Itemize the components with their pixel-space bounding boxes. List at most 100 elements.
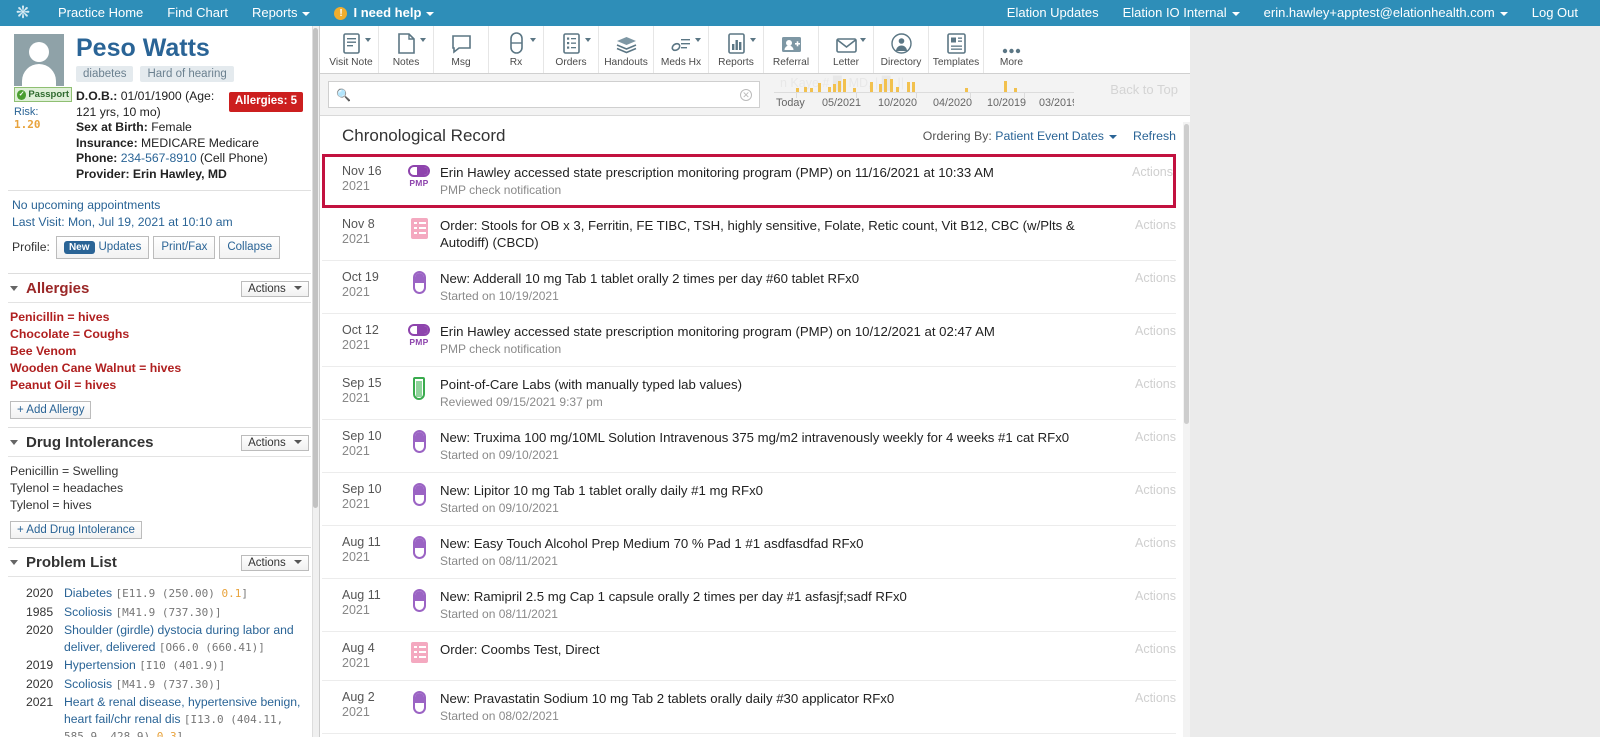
problem-list-actions-button[interactable]: Actions — [241, 555, 309, 571]
record-actions-button[interactable]: Actions — [1114, 376, 1176, 410]
nav-user-account[interactable]: erin.hawley+apptest@elationhealth.com — [1252, 0, 1520, 26]
toolbar-referral[interactable]: Referral — [764, 26, 819, 73]
back-to-top-button[interactable]: Back to Top — [1110, 82, 1178, 97]
search-box[interactable]: 🔍 ✕ — [328, 81, 760, 108]
sidebar-scrollbar[interactable] — [312, 26, 319, 737]
toolbar-letter-label: Letter — [833, 57, 859, 68]
toolbar-letter[interactable]: Letter — [819, 26, 874, 73]
toolbar-templates[interactable]: Templates — [929, 26, 984, 73]
record-actions-button[interactable]: Actions — [1114, 482, 1176, 516]
table-row[interactable]: Oct 122021 PMP Erin Hawley accessed stat… — [322, 314, 1176, 367]
chevron-down-icon — [302, 12, 310, 16]
chevron-down-icon — [420, 38, 426, 42]
list-item[interactable]: Tylenol = headaches — [10, 480, 309, 497]
add-drug-intolerance-button[interactable]: + Add Drug Intolerance — [10, 521, 142, 539]
drug-intolerances-actions-button[interactable]: Actions — [241, 435, 309, 451]
list-item[interactable]: 1985 Scoliosis [M41.9 (737.30)] — [10, 604, 309, 622]
ordering-by-value[interactable]: Patient Event Dates — [995, 129, 1104, 143]
table-row[interactable]: Nov 82021 Order: Stools for OB x 3, Ferr… — [322, 208, 1176, 261]
problem-list-title: Problem List — [26, 554, 117, 571]
record-actions-button[interactable]: Actions — [1114, 641, 1176, 671]
record-actions-button[interactable]: Actions — [1114, 535, 1176, 569]
list-item[interactable]: Wooden Cane Walnut = hives — [10, 360, 309, 377]
page-title[interactable]: Peso Watts — [76, 34, 303, 62]
allergies-actions-button[interactable]: Actions — [241, 281, 309, 297]
profile-label: Profile: — [12, 239, 50, 256]
table-row[interactable]: Oct 192021 New: Adderall 10 mg Tab 1 tab… — [322, 261, 1176, 314]
main-scrollbar-thumb[interactable] — [1184, 124, 1189, 424]
record-actions-button[interactable]: Actions — [1114, 588, 1176, 622]
sidebar-scrollbar-thumb[interactable] — [313, 28, 318, 508]
refresh-link[interactable]: Refresh — [1133, 129, 1176, 143]
table-row[interactable]: Aug 42021 Order: Coombs Test, Direct Act… — [322, 632, 1176, 681]
toolbar-handouts[interactable]: Handouts — [599, 26, 654, 73]
toolbar-meds-hx[interactable]: Meds Hx — [654, 26, 709, 73]
record-text: Order: Coombs Test, Direct — [440, 641, 1114, 671]
record-month: Nov 8 — [342, 217, 398, 232]
list-item[interactable]: Tylenol = hives — [10, 497, 309, 514]
table-row[interactable]: Nov 162021 PMP Erin Hawley accessed stat… — [322, 154, 1176, 208]
chevron-down-icon[interactable] — [10, 286, 18, 291]
list-item[interactable]: Peanut Oil = hives — [10, 377, 309, 394]
record-actions-button[interactable]: Actions — [1114, 323, 1176, 357]
chevron-down-icon[interactable] — [10, 440, 18, 445]
table-row[interactable]: Sep 102021 New: Truxima 100 mg/10ML Solu… — [322, 420, 1176, 473]
ordering-by-control[interactable]: Ordering By: Patient Event Dates — [923, 129, 1117, 143]
add-allergy-button[interactable]: + Add Allergy — [10, 401, 91, 419]
profile-collapse-button[interactable]: Collapse — [219, 236, 280, 259]
elation-logo-icon[interactable]: ❋ — [0, 0, 46, 26]
no-appointments-text[interactable]: No upcoming appointments — [12, 197, 307, 214]
toolbar-rx[interactable]: Rx — [489, 26, 544, 73]
table-row[interactable]: Sep 102021 New: Lipitor 10 mg Tab 1 tabl… — [322, 473, 1176, 526]
nav-find-chart[interactable]: Find Chart — [155, 0, 240, 26]
record-actions-button[interactable]: Actions — [1114, 690, 1176, 724]
nav-reports[interactable]: Reports — [240, 0, 323, 26]
toolbar-msg[interactable]: Msg — [434, 26, 489, 73]
event-timeline-chart[interactable]: n Kaye # █, MD, | █. || Today 05/2021 10… — [774, 74, 1074, 116]
nav-i-need-help[interactable]: !I need help — [322, 0, 446, 26]
record-actions-button[interactable]: Actions — [1111, 164, 1173, 198]
toolbar-directory[interactable]: Directory — [874, 26, 929, 73]
record-actions-button[interactable]: Actions — [1114, 217, 1176, 251]
patient-tag[interactable]: Hard of hearing — [140, 66, 233, 82]
record-actions-button[interactable]: Actions — [1114, 270, 1176, 304]
last-visit-text[interactable]: Last Visit: Mon, Jul 19, 2021 at 10:10 a… — [12, 214, 307, 231]
list-item[interactable]: 2020 Scoliosis [M41.9 (737.30)] — [10, 676, 309, 694]
phone-link[interactable]: 234-567-8910 — [121, 151, 197, 165]
toolbar-visit-note[interactable]: Visit Note — [324, 26, 379, 73]
list-item[interactable]: Penicillin = hives — [10, 309, 309, 326]
record-year: 2021 — [342, 656, 398, 671]
status-badge[interactable]: Allergies: 5 — [229, 92, 303, 112]
record-actions-button[interactable]: Actions — [1114, 429, 1176, 463]
list-item[interactable]: 2020 Diabetes [E11.9 (250.00) 0.1] — [10, 585, 309, 603]
profile-updates-button[interactable]: NewUpdates — [56, 236, 149, 259]
table-row[interactable]: Aug 112021 New: Ramipril 2.5 mg Cap 1 ca… — [322, 579, 1176, 632]
search-input[interactable] — [351, 87, 740, 103]
list-item[interactable]: 2019 Hypertension [I10 (401.9)] — [10, 657, 309, 675]
toolbar-more[interactable]: More — [984, 26, 1039, 73]
nav-practice-home[interactable]: Practice Home — [46, 0, 155, 26]
list-item[interactable]: Chocolate = Coughs — [10, 326, 309, 343]
clear-icon[interactable]: ✕ — [740, 89, 752, 101]
toolbar-orders[interactable]: Orders — [544, 26, 599, 73]
list-item[interactable]: Penicillin = Swelling — [10, 463, 309, 480]
toolbar-notes[interactable]: Notes — [379, 26, 434, 73]
chevron-down-icon[interactable] — [10, 560, 18, 565]
problem-code-score: 0.1 — [221, 587, 241, 600]
record-primary-text: Erin Hawley accessed state prescription … — [440, 164, 1101, 181]
table-row[interactable]: Aug 22021 New: Pravastatin Sodium 10 mg … — [322, 681, 1176, 734]
nav-log-out[interactable]: Log Out — [1520, 0, 1590, 26]
patient-tag[interactable]: diabetes — [76, 66, 133, 82]
profile-printfax-button[interactable]: Print/Fax — [153, 236, 215, 259]
main-scrollbar[interactable] — [1183, 122, 1190, 737]
table-row[interactable]: Aug 112021 New: Easy Touch Alcohol Prep … — [322, 526, 1176, 579]
nav-elation-io-internal[interactable]: Elation IO Internal — [1111, 0, 1252, 26]
toolbar-reports[interactable]: Reports — [709, 26, 764, 73]
list-item[interactable]: 2020 Shoulder (girdle) dystocia during l… — [10, 622, 309, 656]
table-row[interactable]: Sep 152021 Point-of-Care Labs (with manu… — [322, 367, 1176, 420]
referral-icon — [781, 31, 802, 54]
nav-log-out-label: Log Out — [1532, 5, 1578, 20]
nav-elation-updates[interactable]: Elation Updates — [995, 0, 1111, 26]
list-item[interactable]: Bee Venom — [10, 343, 309, 360]
list-item[interactable]: 2021 Heart & renal disease, hypertensive… — [10, 694, 309, 737]
